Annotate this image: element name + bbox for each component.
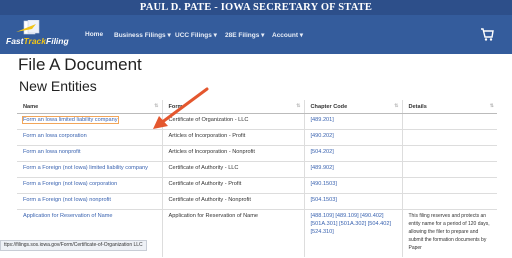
entity-link[interactable]: Form an Iowa corporation <box>23 133 87 139</box>
chapter-code-cell: [490.1503] <box>303 177 402 194</box>
chapter-code-cell: [490.202] <box>303 129 402 146</box>
nav-home[interactable]: Home <box>85 31 103 38</box>
table-row: Form an Iowa limited liability company C… <box>17 113 497 130</box>
entity-link[interactable]: Application for Reservation of Name <box>23 213 113 219</box>
entity-link[interactable]: Form a Foreign (not Iowa) corporation <box>23 181 117 187</box>
details-cell <box>401 145 497 162</box>
column-header-name[interactable]: Name ⇅ <box>17 100 162 114</box>
cart-icon[interactable] <box>480 28 494 41</box>
status-bar-url: ttps://filings.sos.iowa.gov/Form/Certifi… <box>0 240 147 251</box>
chapter-code-link[interactable]: [490.202] <box>311 133 334 139</box>
details-cell <box>401 177 497 194</box>
chapter-code-link[interactable]: [490.1503] <box>311 181 337 187</box>
chapter-code-link[interactable]: [489.902] <box>311 165 334 171</box>
column-header-chapter-code[interactable]: Chapter Code ⇅ <box>303 100 402 114</box>
nav-28e-filings[interactable]: 28E Filings ▾ <box>225 31 264 39</box>
sort-icon[interactable]: ⇅ <box>490 103 494 109</box>
fasttrack-logo[interactable]: FastTrackFiling <box>6 20 76 50</box>
table-row: Form a Foreign (not Iowa) nonprofit Cert… <box>17 193 497 210</box>
table-row: Form an Iowa corporation Articles of Inc… <box>17 129 497 146</box>
chapter-code-cell: [489.201] <box>303 113 402 130</box>
details-cell <box>401 193 497 210</box>
chapter-code-cell: [504.1503] <box>303 193 402 210</box>
nav-account[interactable]: Account ▾ <box>272 31 303 39</box>
annotation-arrow-icon <box>153 87 209 129</box>
table-row: Form a Foreign (not Iowa) corporation Ce… <box>17 177 497 194</box>
sort-icon[interactable]: ⇅ <box>296 103 300 109</box>
table-row: Form a Foreign (not Iowa) limited liabil… <box>17 161 497 178</box>
chapter-code-link[interactable]: [504.1503] <box>311 197 337 203</box>
section-title: New Entities <box>19 78 97 94</box>
chapter-code-cell: [504.202] <box>303 145 402 162</box>
entity-link[interactable]: Form a Foreign (not Iowa) nonprofit <box>23 197 111 203</box>
chapter-code-link[interactable]: [489.201] <box>311 117 334 123</box>
document-stack-icon <box>16 20 40 35</box>
sort-icon[interactable]: ⇅ <box>394 103 398 109</box>
site-banner: PAUL D. PATE - IOWA SECRETARY OF STATE <box>0 0 512 15</box>
nav-business-filings[interactable]: Business Filings ▾ <box>114 31 171 39</box>
details-cell: This filing reserves and protects an ent… <box>401 209 497 257</box>
navbar: FastTrackFiling Home Business Filings ▾ … <box>0 15 512 54</box>
form-cell: Application for Reservation of Name <box>161 209 304 257</box>
entity-link[interactable]: Form an Iowa limited liability company <box>22 116 119 124</box>
entity-link[interactable]: Form an Iowa nonprofit <box>23 149 81 155</box>
details-cell <box>401 161 497 178</box>
logo-wordmark: FastTrackFiling <box>6 36 69 46</box>
form-cell: Certificate of Authority - Profit <box>161 177 304 194</box>
table-row: Form an Iowa nonprofit Articles of Incor… <box>17 145 497 162</box>
details-cell <box>401 129 497 146</box>
chapter-code-cell: [489.902] <box>303 161 402 178</box>
entities-table: Name ⇅ Form ⇅ Chapter Code ⇅ Details ⇅ Form … <box>17 100 497 257</box>
nav-ucc-filings[interactable]: UCC Filings ▾ <box>175 31 217 39</box>
column-header-details[interactable]: Details ⇅ <box>401 100 497 114</box>
details-cell <box>401 113 497 130</box>
form-cell: Certificate of Authority - LLC <box>161 161 304 178</box>
page-title: File A Document <box>18 55 142 74</box>
chapter-code-cell: [488.109] [489.109] [490.402] [501A.301]… <box>303 209 402 257</box>
entity-link[interactable]: Form a Foreign (not Iowa) limited liabil… <box>23 165 148 171</box>
chapter-code-link[interactable]: [488.109] [489.109] [490.402] [501A.301]… <box>311 213 392 235</box>
form-cell: Articles of Incorporation - Nonprofit <box>161 145 304 162</box>
form-cell: Certificate of Authority - Nonprofit <box>161 193 304 210</box>
chapter-code-link[interactable]: [504.202] <box>311 149 334 155</box>
